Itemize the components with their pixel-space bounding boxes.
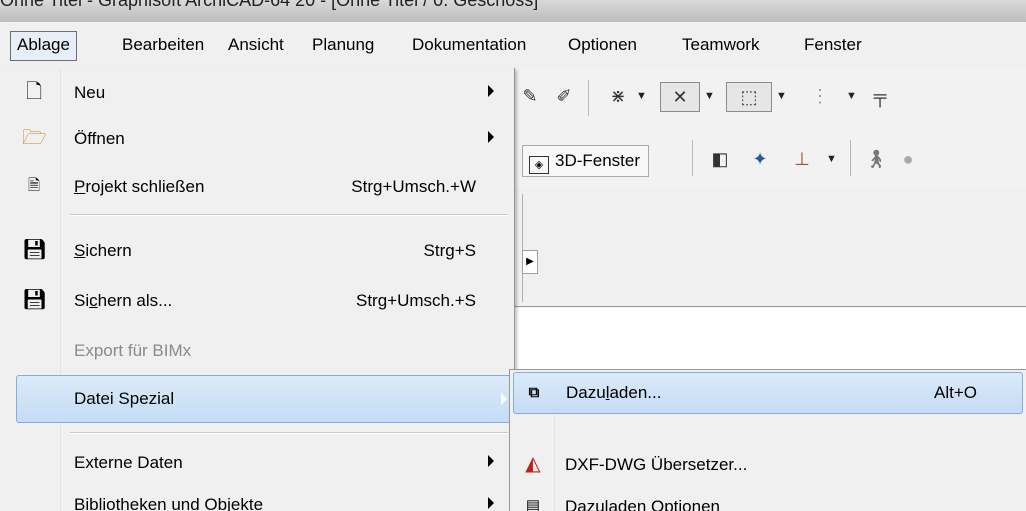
menu-fenster[interactable]: Fenster [798,31,868,59]
menu-item-label: Datei Spezial [74,389,175,408]
3d-window-button[interactable]: ◈ 3D-Fenster [522,145,650,177]
dxf-dwg-translator-icon: ◭ [525,453,541,475]
menu-divider [70,432,508,434]
submenu-arrow-icon [488,497,494,509]
menu-item-label: Öffnen [74,129,125,148]
menu-divider [70,214,508,216]
window-title: Ohne Titel - Graphisoft ArchiCAD-64 20 -… [0,0,539,10]
menu-item-label: Export für BIMx [74,341,192,360]
toolbar-separator [522,194,523,302]
grid-snap-icon[interactable]: ⋮ [806,82,834,110]
syringe-icon[interactable]: ✐ [550,82,578,110]
walk-icon[interactable]: 🚶︎ [862,145,890,173]
eyedropper-icon[interactable]: ✎ [516,82,544,110]
submenu-arrow-icon [501,393,507,405]
menu-planung[interactable]: Planung [306,31,380,59]
toolbar-row-2: ◈ 3D-Fenster ◧ ✦ ⊥ ▼ 🚶︎ ● [514,128,1026,189]
toolbar-row-3: ▶ [514,188,1026,307]
menu-item-shortcut: Strg+S [423,241,476,260]
chevron-down-icon[interactable]: ▼ [826,145,837,173]
menu-item-label: Neu [74,83,106,102]
menu-item-label: Projekt schließen [74,177,205,196]
menu-ansicht[interactable]: Ansicht [222,31,290,59]
menu-item-bibliotheken[interactable]: Bibliotheken und Objekte [0,480,514,511]
menu-item-label: Bibliotheken und Objekte [74,495,264,511]
trace-icon[interactable]: ✕ [660,82,700,112]
chevron-down-icon[interactable]: ▼ [846,82,857,110]
menu-item-export-bimx: Export für BIMx [0,326,514,376]
snap-guides-icon[interactable]: ⋇ [604,82,632,110]
toolbar-area: ✎ ✐ ⋇ ▼ ✕ ▼ ⬚ ▼ ⋮ ▼ ╤ ◈ 3D-Fenster ◧ ✦ ⊥ … [514,68,1026,308]
save-as-icon: 💾︎ [22,289,48,311]
menu-item-shortcut: Strg+Umsch.+S [356,291,476,310]
menu-ablage[interactable]: Ablage [10,31,77,61]
chevron-down-icon[interactable]: ▼ [636,82,647,110]
open-folder-icon: 🗁 [22,127,47,149]
chevron-down-icon[interactable]: ▼ [776,82,787,110]
menu-dokumentation[interactable]: Dokumentation [406,31,532,59]
3d-cube-icon: ◈ [529,156,549,174]
chevron-down-icon[interactable]: ▼ [704,82,715,110]
menu-item-sichern[interactable]: 💾︎ Sichern Strg+S [0,226,514,276]
menu-item-label: Sichern [74,241,132,260]
camera-icon[interactable]: ✦ [746,145,774,173]
toolbar-separator [588,80,589,116]
menu-bearbeiten[interactable]: Bearbeiten [116,31,210,59]
window-title-bar: Ohne Titel - Graphisoft ArchiCAD-64 20 -… [0,0,1026,22]
menu-item-neu[interactable]: 🗋 Neu [0,68,514,118]
file-menu-dropdown: 🗋 Neu 🗁 Öffnen 🗎 Projekt schließen Strg+… [0,68,515,511]
menu-bar: Ablage Bearbeiten Ansicht Planung Dokume… [0,22,1026,69]
menu-item-shortcut: Alt+O [934,383,977,402]
menu-item-shortcut: Strg+Umsch.+W [351,177,476,196]
submenu-item-dazuladen[interactable]: ⧉ Dazuladen... Alt+O [513,372,1023,414]
merge-options-icon: ▤ [525,497,541,511]
expand-arrow-button[interactable]: ▶ [522,250,538,274]
toolbar-separator [850,140,851,176]
new-document-icon: 🗋 [25,81,43,103]
menu-item-oeffnen[interactable]: 🗁 Öffnen [0,114,514,164]
merge-icon: ⧉ [528,384,540,401]
3d-window-label: 3D-Fenster [555,151,641,170]
pointer-box-icon[interactable]: ⬚ [726,82,772,112]
menu-item-label: Dazuladen Optionen [565,497,721,511]
submenu-arrow-icon [488,131,494,143]
close-project-icon: 🗎 [27,177,41,194]
dimension-icon[interactable]: ╤ [866,82,894,110]
submenu-arrow-icon [488,455,494,467]
menu-item-projekt-schliessen[interactable]: 🗎 Projekt schließen Strg+Umsch.+W [0,162,514,212]
toolbar-row-1: ✎ ✐ ⋇ ▼ ✕ ▼ ⬚ ▼ ⋮ ▼ ╤ [514,68,1026,128]
3d-box-icon[interactable]: ◧ [706,145,734,173]
save-icon: 💾︎ [22,239,48,261]
submenu-item-dazuladen-optionen[interactable]: ▤ Dazuladen Optionen [510,482,1026,511]
submenu-arrow-icon [488,85,494,97]
menu-optionen[interactable]: Optionen [562,31,643,59]
menu-item-label: Sichern als... [74,291,173,310]
menu-item-datei-spezial[interactable]: Datei Spezial [16,375,512,423]
menu-item-sichern-als[interactable]: 💾︎ Sichern als... Strg+Umsch.+S [0,276,514,326]
menu-teamwork[interactable]: Teamwork [676,31,765,59]
datei-spezial-submenu: ⧉ Dazuladen... Alt+O ◭ DXF-DWG Übersetze… [509,369,1026,511]
menu-item-label: Dazuladen... [566,383,662,402]
render-icon[interactable]: ● [894,145,922,173]
axis-icon[interactable]: ⊥ [788,145,816,173]
toolbar-separator [692,140,693,176]
